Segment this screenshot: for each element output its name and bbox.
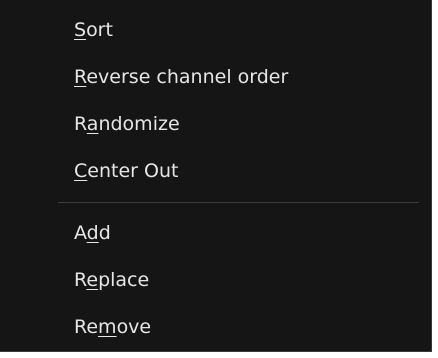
menu-item-randomize[interactable]: Randomize (0, 101, 431, 148)
menu-item-center-out-accel: C (74, 160, 88, 182)
menu-item-reverse-accel: R (74, 66, 87, 88)
menu-item-replace-accel: e (86, 269, 99, 291)
menu-item-add-post: d (98, 222, 111, 244)
menu-item-replace-pre: R (74, 269, 87, 291)
menu-item-center-out[interactable]: Center Out (0, 148, 431, 195)
context-menu: Sort Reverse channel order Randomize Cen… (0, 0, 432, 352)
menu-item-add-pre: A (74, 222, 87, 244)
menu-item-randomize-accel: a (86, 113, 99, 135)
menu-item-remove-accel: m (98, 316, 117, 338)
menu-item-remove[interactable]: Remove (0, 304, 431, 351)
menu-separator (58, 202, 419, 203)
menu-item-sort-accel: S (74, 19, 87, 41)
menu-item-reverse-post: everse channel order (86, 66, 289, 88)
menu-item-remove-post: ove (116, 316, 152, 338)
menu-item-replace-post: place (98, 269, 150, 291)
menu-item-center-out-post: enter Out (87, 160, 179, 182)
menu-item-sort[interactable]: Sort (0, 7, 431, 54)
menu-item-randomize-post: ndomize (98, 113, 180, 135)
menu-item-reverse-channel-order[interactable]: Reverse channel order (0, 54, 431, 101)
menu-item-sort-post: ort (86, 19, 113, 41)
menu-item-add-accel: d (86, 222, 99, 244)
menu-item-randomize-pre: R (74, 113, 87, 135)
menu-item-replace[interactable]: Replace (0, 257, 431, 304)
menu-item-remove-pre: Re (74, 316, 99, 338)
menu-item-add[interactable]: Add (0, 210, 431, 257)
